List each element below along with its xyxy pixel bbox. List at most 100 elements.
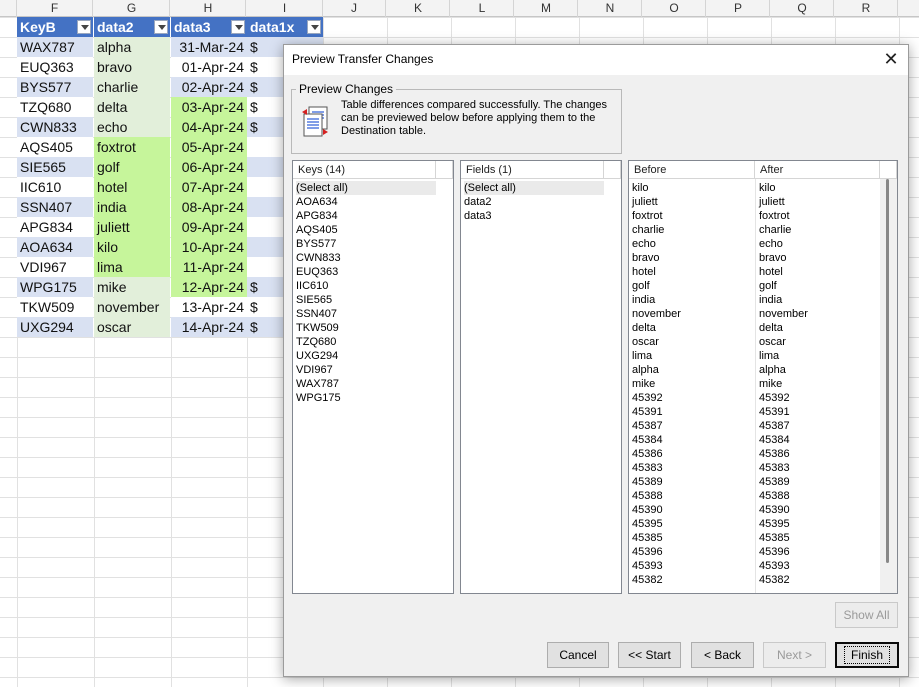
show-all-button[interactable]: Show All	[835, 602, 898, 628]
after-value[interactable]: charlie	[759, 223, 791, 237]
before-value[interactable]: mike	[632, 377, 655, 391]
table-row[interactable]: SIE565 golf 06-Apr-24	[17, 157, 323, 177]
list-item[interactable]: AOA634	[296, 195, 436, 209]
after-value[interactable]: kilo	[759, 181, 776, 195]
table-row[interactable]: CWN833 echo 04-Apr-24 $	[17, 117, 323, 137]
filter-dropdown-icon[interactable]	[307, 20, 321, 34]
data3-cell[interactable]: 06-Apr-24	[171, 157, 247, 177]
after-value[interactable]: 45384	[759, 433, 790, 447]
after-value[interactable]: foxtrot	[759, 209, 790, 223]
before-value[interactable]: 45388	[632, 489, 663, 503]
after-value[interactable]: 45382	[759, 573, 790, 587]
after-value[interactable]: november	[759, 307, 808, 321]
after-value[interactable]: bravo	[759, 251, 787, 265]
after-value[interactable]: india	[759, 293, 782, 307]
data2-cell[interactable]: charlie	[94, 77, 170, 97]
table-row[interactable]: EUQ363 bravo 01-Apr-24 $	[17, 57, 323, 77]
column-header[interactable]: O	[643, 0, 706, 17]
table-row[interactable]: IIC610 hotel 07-Apr-24	[17, 177, 323, 197]
table-row[interactable]: WPG175 mike 12-Apr-24 $	[17, 277, 323, 297]
after-value[interactable]: mike	[759, 377, 782, 391]
before-value[interactable]: 45395	[632, 517, 663, 531]
before-value[interactable]: 45396	[632, 545, 663, 559]
column-header[interactable]: N	[579, 0, 642, 17]
before-value[interactable]: 45390	[632, 503, 663, 517]
before-value[interactable]: 45385	[632, 531, 663, 545]
before-value[interactable]: oscar	[632, 335, 659, 349]
after-value[interactable]: delta	[759, 321, 783, 335]
column-header[interactable]: G	[94, 0, 170, 17]
fields-column-header[interactable]: Fields (1)	[461, 161, 604, 179]
after-value[interactable]: golf	[759, 279, 777, 293]
column-header[interactable]: F	[17, 0, 93, 17]
list-item[interactable]: BYS577	[296, 237, 436, 251]
data2-cell[interactable]: november	[94, 297, 170, 317]
data3-cell[interactable]: 08-Apr-24	[171, 197, 247, 217]
data2-cell[interactable]: juliett	[94, 217, 170, 237]
data2-cell[interactable]: golf	[94, 157, 170, 177]
cancel-button[interactable]: Cancel	[547, 642, 609, 668]
list-item[interactable]: (Select all)	[296, 181, 436, 195]
list-item[interactable]: EUQ363	[296, 265, 436, 279]
data2-cell[interactable]: alpha	[94, 37, 170, 57]
next-button[interactable]: Next >	[763, 642, 826, 668]
before-value[interactable]: charlie	[632, 223, 664, 237]
data3-cell[interactable]: 14-Apr-24	[171, 317, 247, 337]
data3-cell[interactable]: 13-Apr-24	[171, 297, 247, 317]
before-value[interactable]: 45387	[632, 419, 663, 433]
after-value[interactable]: alpha	[759, 363, 786, 377]
list-item[interactable]: data2	[464, 195, 604, 209]
select-all-corner[interactable]	[0, 0, 17, 17]
data3-cell[interactable]: 09-Apr-24	[171, 217, 247, 237]
after-column-header[interactable]: After	[755, 161, 880, 179]
list-item[interactable]: VDI967	[296, 363, 436, 377]
changes-scrollbar[interactable]	[880, 179, 897, 593]
changes-listview[interactable]: Before After kilo kilo juliett juliett foxtr…	[628, 160, 898, 594]
keys-listbox[interactable]: Keys (14) (Select all) AOA634 APG834 AQS405…	[292, 160, 454, 594]
column-header[interactable]: H	[171, 0, 246, 17]
data3-cell[interactable]: 12-Apr-24	[171, 277, 247, 297]
key-cell[interactable]: AQS405	[17, 137, 93, 157]
table-row[interactable]: AOA634 kilo 10-Apr-24	[17, 237, 323, 257]
start-button[interactable]: << Start	[618, 642, 681, 668]
data3-cell[interactable]: 05-Apr-24	[171, 137, 247, 157]
key-cell[interactable]: APG834	[17, 217, 93, 237]
key-cell[interactable]: EUQ363	[17, 57, 93, 77]
before-value[interactable]: november	[632, 307, 681, 321]
before-value[interactable]: 45389	[632, 475, 663, 489]
before-value[interactable]: golf	[632, 279, 650, 293]
data3-cell[interactable]: 03-Apr-24	[171, 97, 247, 117]
column-header[interactable]: L	[451, 0, 514, 17]
before-value[interactable]: 45393	[632, 559, 663, 573]
list-item[interactable]: CWN833	[296, 251, 436, 265]
before-value[interactable]: alpha	[632, 363, 659, 377]
table-row[interactable]: TZQ680 delta 03-Apr-24 $	[17, 97, 323, 117]
scrollbar-thumb[interactable]	[886, 179, 889, 563]
close-icon[interactable]: ✕	[880, 49, 902, 71]
data3-cell[interactable]: 10-Apr-24	[171, 237, 247, 257]
before-value[interactable]: 45392	[632, 391, 663, 405]
column-header[interactable]: K	[387, 0, 450, 17]
before-value[interactable]: kilo	[632, 181, 649, 195]
keys-column-header[interactable]: Keys (14)	[293, 161, 436, 179]
table-row[interactable]: SSN407 india 08-Apr-24	[17, 197, 323, 217]
data2-cell[interactable]: mike	[94, 277, 170, 297]
key-cell[interactable]: AOA634	[17, 237, 93, 257]
key-cell[interactable]: WAX787	[17, 37, 93, 57]
after-value[interactable]: hotel	[759, 265, 783, 279]
table-row[interactable]: BYS577 charlie 02-Apr-24 $	[17, 77, 323, 97]
list-item[interactable]: APG834	[296, 209, 436, 223]
before-value[interactable]: lima	[632, 349, 652, 363]
before-value[interactable]: 45383	[632, 461, 663, 475]
list-item[interactable]: SSN407	[296, 307, 436, 321]
key-cell[interactable]: IIC610	[17, 177, 93, 197]
key-cell[interactable]: SIE565	[17, 157, 93, 177]
finish-button[interactable]: Finish	[835, 642, 899, 668]
list-item[interactable]: TKW509	[296, 321, 436, 335]
after-value[interactable]: 45388	[759, 489, 790, 503]
data3-cell[interactable]: 07-Apr-24	[171, 177, 247, 197]
before-column-header[interactable]: Before	[629, 161, 755, 179]
after-value[interactable]: 45392	[759, 391, 790, 405]
after-value[interactable]: oscar	[759, 335, 786, 349]
column-header[interactable]: J	[323, 0, 386, 17]
